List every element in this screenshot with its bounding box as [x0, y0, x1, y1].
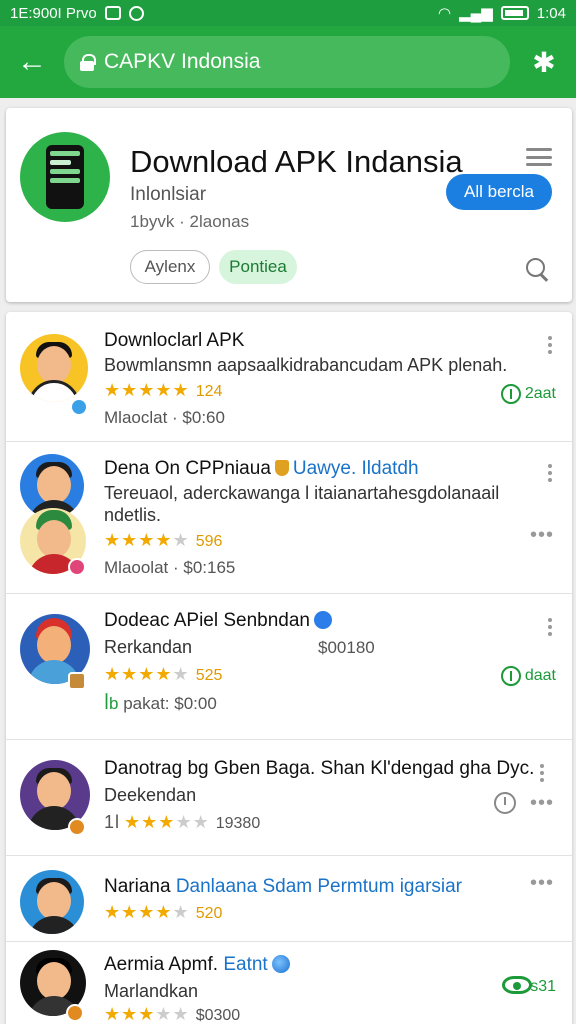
app-logo: [20, 132, 110, 222]
badge-icon: [68, 558, 86, 576]
list-item[interactable]: Danotrag bg Gben Baga. Shan Kl'dengad gh…: [6, 740, 572, 856]
list-item[interactable]: Downloclarl APK Bowmlansmn aapsaalkidrab…: [6, 312, 572, 442]
pause-icon[interactable]: [494, 792, 516, 814]
item-title: Aermia Apmf. Eatnt: [104, 954, 290, 976]
signal-icon: ▂▄▆: [459, 5, 493, 22]
item-price: $00180: [318, 638, 375, 657]
url-text: CAPKV Indonsia: [104, 50, 261, 73]
menu-icon[interactable]: [526, 148, 552, 166]
download-button[interactable]: 2aat: [500, 384, 556, 404]
phone-icon: [46, 145, 84, 209]
verified-icon: [314, 611, 332, 629]
wifi-icon: ◠: [438, 5, 452, 22]
page-subtitle: Inlonlsiar: [130, 184, 207, 205]
list-item[interactable]: Dodeac APiel Senbndan Rerkandan $00180 ★…: [6, 594, 572, 740]
download-icon: [500, 666, 521, 686]
download-button[interactable]: daat: [500, 666, 556, 686]
all-button[interactable]: All bercla: [446, 174, 552, 210]
more-vert-icon[interactable]: [548, 464, 552, 482]
more-horiz-icon[interactable]: •••: [530, 793, 554, 813]
status-bar: 1E:900I Prvo ◠ ▂▄▆ 1:04: [0, 0, 576, 26]
list-item[interactable]: Aermia Apmf. Eatnt Marlandkan ★★★★★ $0300…: [6, 942, 572, 1024]
rating-stars: ★★★★★ 525: [104, 664, 223, 684]
rating-stars: ★★★★★ 124: [104, 380, 223, 400]
status-time: 1E:900I Prvo: [10, 4, 97, 22]
list-item[interactable]: Dena On CPPniaua Uawye. Ildatdh Tereuaol,…: [6, 442, 572, 594]
verified-badge-icon: [70, 398, 88, 416]
toolbar: ← CAPKV Indonsia ✱: [0, 26, 576, 98]
notification-icon-2: [128, 5, 144, 21]
filter-chip-green[interactable]: Pontiea: [219, 250, 297, 284]
rating-stars: 1l ★★★★★ 19380: [104, 812, 261, 832]
rating-stars: ★★★★★ 520: [104, 902, 223, 922]
battery-icon: [500, 6, 529, 20]
badge-icon: [68, 672, 86, 690]
url-bar[interactable]: CAPKV Indonsia: [64, 36, 510, 88]
back-arrow-icon[interactable]: ←: [14, 44, 50, 80]
item-description: Tereuaol, aderckawanga l itaianartahesgd…: [104, 483, 500, 525]
avatar: [20, 334, 88, 402]
more-vert-icon[interactable]: [548, 618, 552, 636]
item-description: Rerkandan: [104, 637, 193, 657]
page-title: Download APK Indansia: [130, 144, 463, 179]
gear-icon[interactable]: ✱: [526, 44, 562, 80]
more-vert-icon[interactable]: [540, 764, 544, 782]
item-title: Dodeac APiel Senbndan: [104, 610, 332, 632]
lock-icon: [80, 54, 96, 71]
badge-icon: [68, 818, 86, 836]
item-title: Danotrag bg Gben Baga. Shan Kl'dengad gh…: [104, 758, 535, 779]
clock: 1:04: [536, 4, 566, 22]
download-icon: [500, 384, 521, 404]
app-list: Downloclarl APK Bowmlansmn aapsaalkidrab…: [6, 312, 572, 1024]
item-title: Nariana Danlaana Sdam Permtum igarsiar: [104, 876, 463, 897]
eye-icon[interactable]: [502, 976, 532, 994]
badge-icon: [66, 1004, 84, 1022]
item-description: Bowmlansmn aapsaalkidrabancudam APK plen…: [104, 355, 508, 375]
notification-icon: [104, 6, 121, 20]
item-title: Downloclarl APK: [104, 330, 245, 351]
item-meta: Mlaoclat · $0:60: [104, 408, 225, 427]
item-title: Dena On CPPniaua Uawye. Ildatdh: [104, 458, 419, 479]
page-meta: 1byvk · 2laonas: [130, 212, 250, 231]
item-description: Marlandkan: [104, 981, 199, 1001]
shield-icon: [274, 460, 289, 476]
rating-stars: ★★★★★ $0300: [104, 1004, 241, 1024]
more-horiz-icon[interactable]: •••: [530, 873, 554, 893]
item-meta: ꟾb pakat: $0:00: [104, 694, 217, 713]
search-icon[interactable]: [526, 258, 548, 280]
list-item[interactable]: Nariana Danlaana Sdam Permtum igarsiar ★…: [6, 856, 572, 942]
filter-chip-outline[interactable]: Aylenx: [130, 250, 210, 284]
item-description: Deekendan: [104, 785, 197, 805]
avatar: [20, 870, 84, 934]
rating-stars: ★★★★★ 596: [104, 530, 223, 550]
globe-icon: [271, 955, 290, 973]
more-horiz-icon[interactable]: •••: [530, 525, 554, 545]
view-count: s31: [530, 978, 556, 995]
header-card: Download APK Indansia Inlonlsiar 1byvk ·…: [6, 108, 572, 302]
item-meta: Mlaoolat · $0:165: [104, 558, 236, 577]
more-vert-icon[interactable]: [548, 336, 552, 354]
